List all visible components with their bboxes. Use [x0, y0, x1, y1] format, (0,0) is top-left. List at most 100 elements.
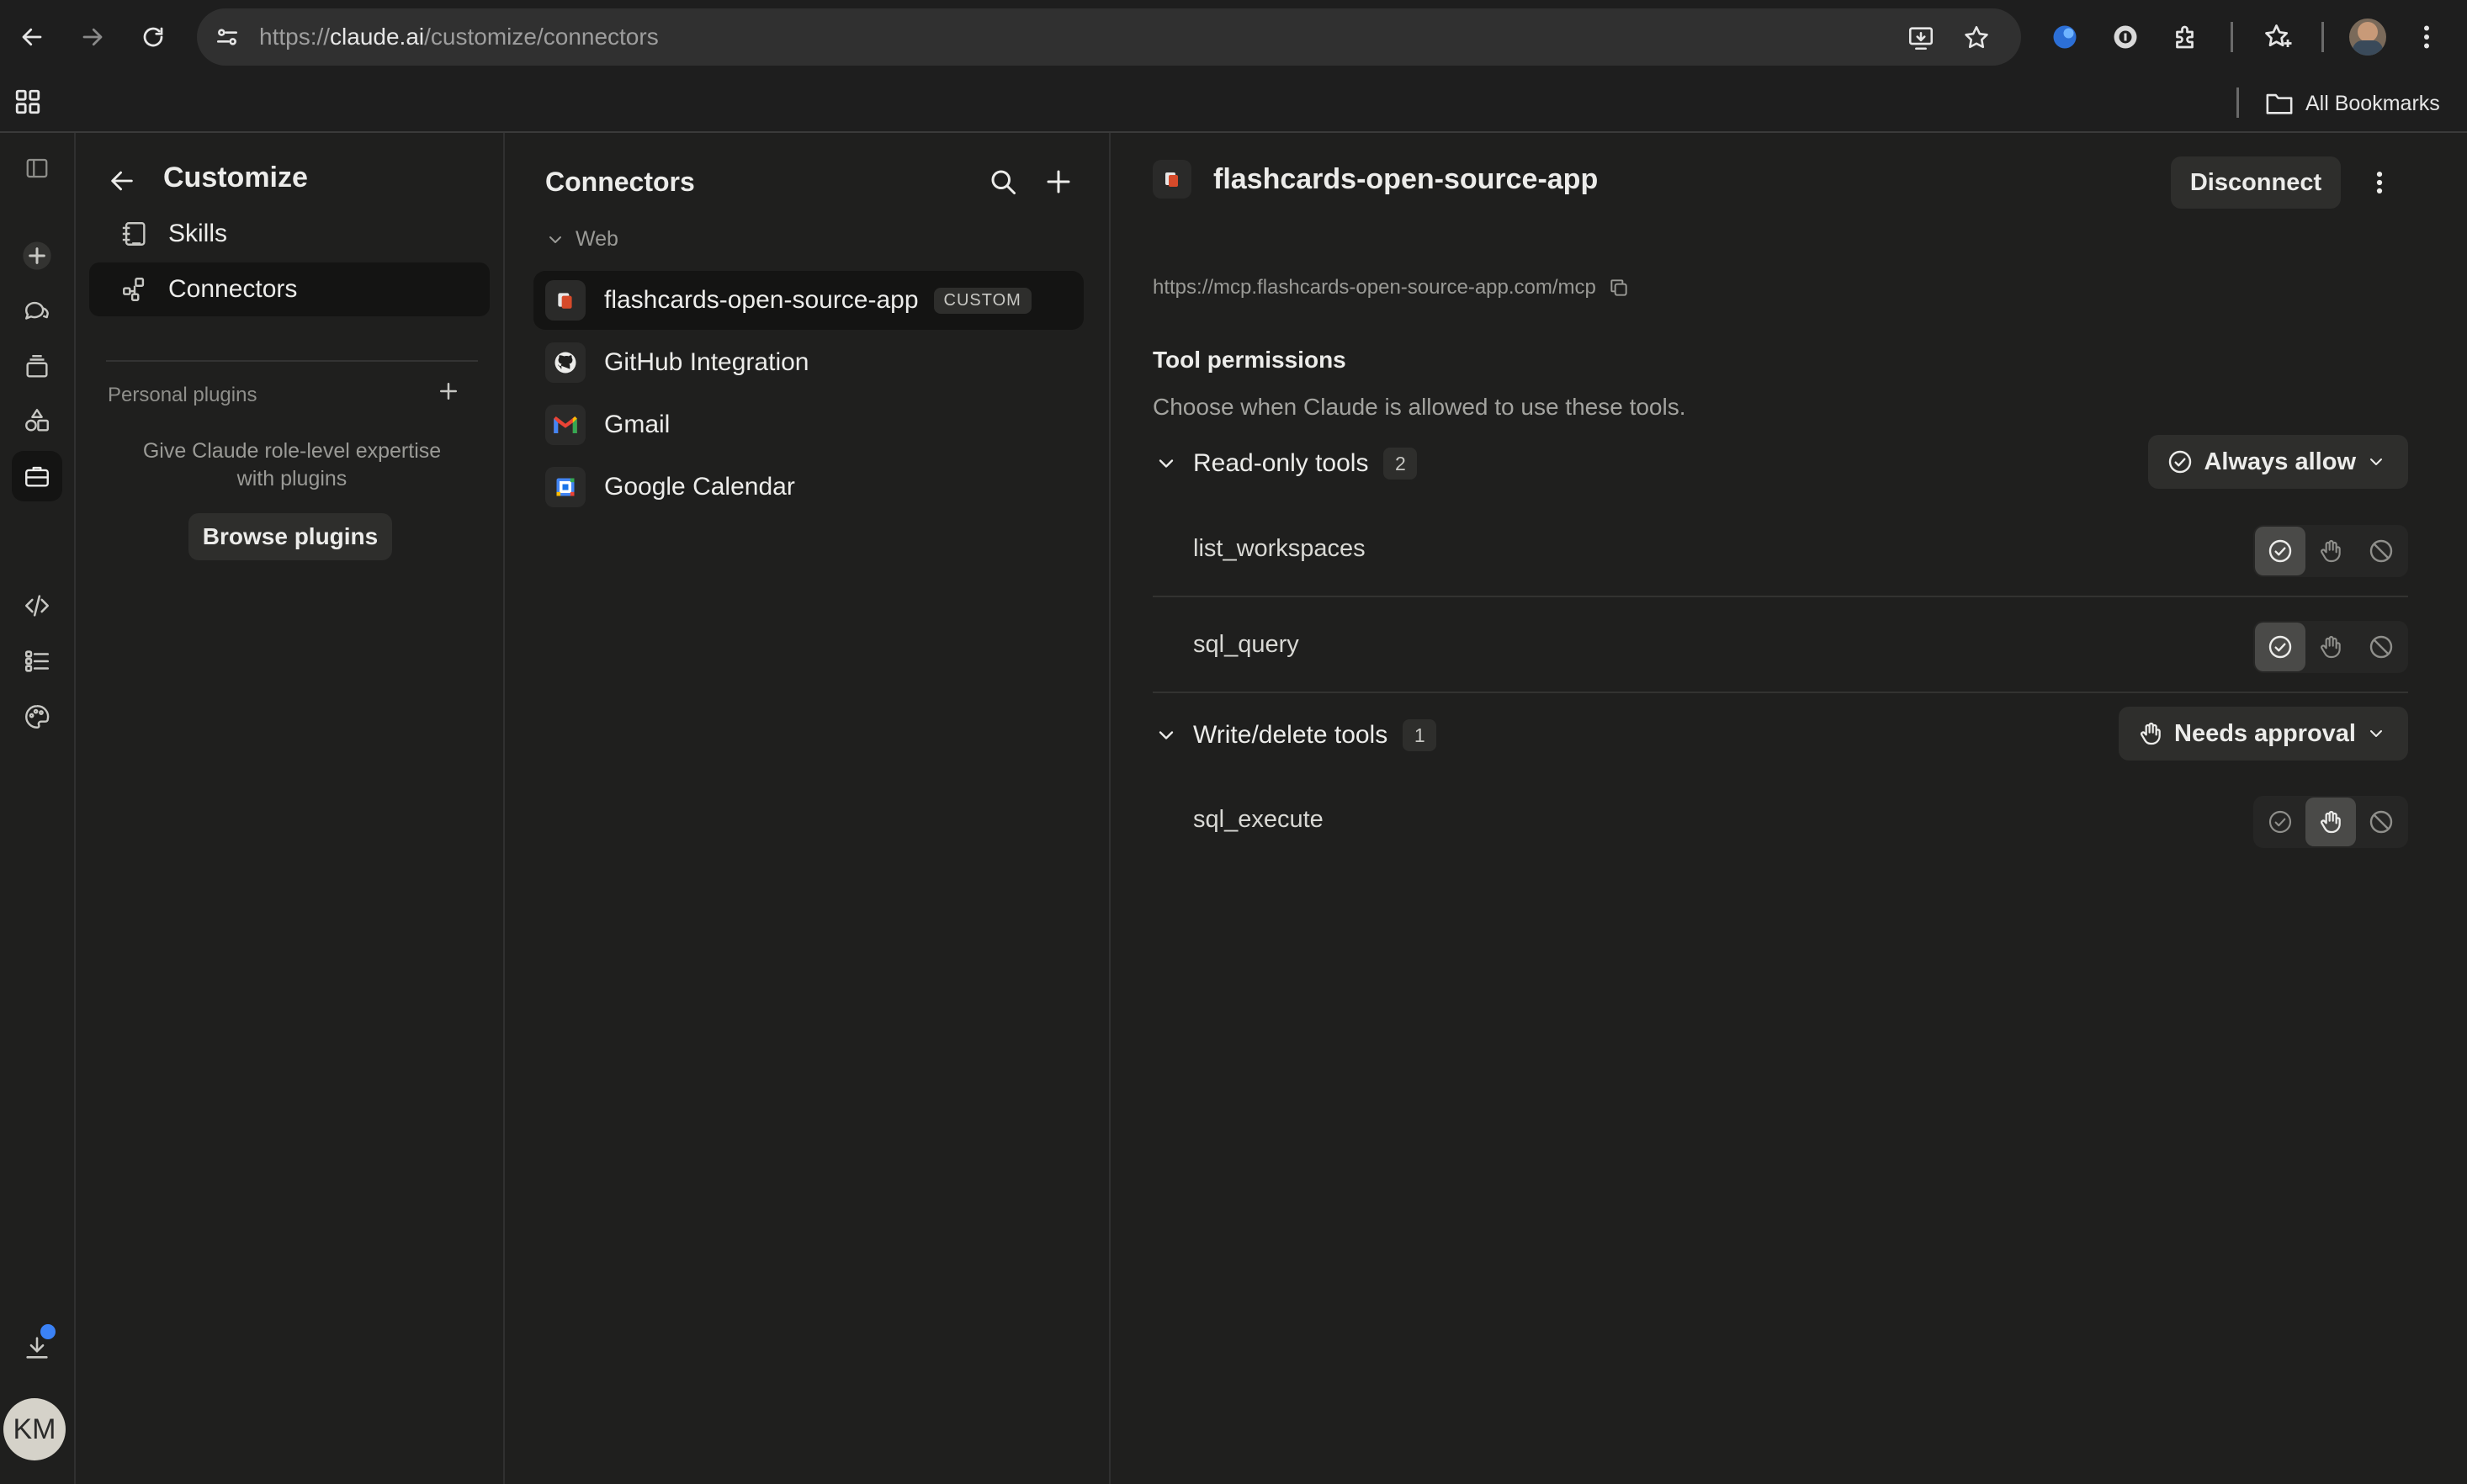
back-button[interactable]	[108, 167, 136, 195]
tasks-button[interactable]	[12, 636, 62, 686]
block-option[interactable]	[2356, 527, 2406, 575]
extension-blue-icon[interactable]	[2050, 22, 2080, 52]
site-settings-icon[interactable]	[214, 24, 241, 50]
chat-bubbles-icon	[25, 301, 49, 320]
bookmarks-bar: All Bookmarks	[0, 74, 2467, 133]
hand-icon	[2321, 810, 2341, 834]
bookmarks-separator	[2236, 87, 2239, 118]
needs-approval-option[interactable]	[2305, 527, 2356, 575]
password-manager-icon[interactable]	[2110, 22, 2141, 52]
skills-icon	[118, 217, 151, 251]
extensions-puzzle-icon[interactable]	[2171, 22, 2201, 52]
reload-button[interactable]	[133, 17, 173, 57]
connector-item-github[interactable]: GitHub Integration	[533, 333, 1084, 392]
connector-url: https://mcp.flashcards-open-source-app.c…	[1153, 276, 1630, 299]
copy-icon	[1610, 279, 1627, 296]
browse-plugins-button[interactable]: Browse plugins	[188, 513, 392, 560]
tool-count-badge: 2	[1383, 448, 1418, 480]
block-icon	[2369, 635, 2393, 659]
browser-menu-icon[interactable]	[2417, 22, 2437, 52]
group-label: Web	[576, 227, 618, 251]
arrow-right-icon	[82, 28, 103, 46]
connector-item-google-calendar[interactable]: Google Calendar	[533, 458, 1084, 517]
arrow-left-icon	[22, 28, 42, 46]
needs-approval-option[interactable]	[2305, 623, 2356, 671]
row-divider	[1153, 692, 2408, 693]
all-bookmarks-button[interactable]: All Bookmarks	[2265, 86, 2440, 121]
projects-button[interactable]	[12, 342, 62, 392]
nav-item-connectors[interactable]: Connectors	[89, 262, 490, 316]
connectors-panel: Connectors Web flashcards-open-source-ap…	[507, 133, 1111, 1484]
checklist-icon	[24, 650, 50, 672]
bookmark-star-icon[interactable]	[1962, 24, 1991, 52]
block-option[interactable]	[2356, 798, 2406, 846]
browser-toolbar: https://claude.ai/customize/connectors	[0, 0, 2467, 74]
disconnect-button[interactable]: Disconnect	[2171, 156, 2341, 209]
customize-button[interactable]	[12, 451, 62, 501]
forward-button[interactable]	[72, 17, 113, 57]
toolbar-separator	[2231, 22, 2233, 52]
chevron-down-icon	[1159, 459, 1174, 468]
plus-circle-icon	[23, 241, 51, 270]
block-option[interactable]	[2356, 623, 2406, 671]
check-circle-icon	[2268, 810, 2292, 834]
notification-dot	[40, 1324, 56, 1339]
url-scheme: https://	[259, 24, 331, 50]
chats-button[interactable]	[12, 286, 62, 337]
toggle-sidebar-button[interactable]	[12, 143, 62, 193]
sidebar-icon	[26, 158, 48, 178]
tool-group-write-delete[interactable]: Write/delete tools 1 Needs approval	[1153, 707, 2408, 761]
url-host: claude.ai	[330, 24, 425, 50]
add-plugin-button[interactable]	[436, 379, 461, 404]
shapes-icon	[25, 409, 49, 432]
connector-title: flashcards-open-source-app	[1213, 163, 1599, 195]
url-path: /customize/connectors	[424, 24, 659, 50]
permission-dropdown[interactable]: Always allow	[2148, 435, 2408, 489]
code-button[interactable]	[12, 580, 62, 631]
customize-panel: Customize Skills Connectors Personal plu…	[77, 133, 505, 1484]
more-options-button[interactable]	[2361, 163, 2398, 202]
always-allow-option[interactable]	[2255, 798, 2305, 846]
address-bar[interactable]: https://claude.ai/customize/connectors	[197, 8, 2021, 66]
install-app-icon[interactable]	[1907, 24, 1935, 52]
connectors-title: Connectors	[545, 167, 695, 197]
apps-grid-icon[interactable]	[13, 87, 42, 116]
needs-approval-option[interactable]	[2305, 798, 2356, 846]
check-circle-icon	[2268, 635, 2292, 659]
user-avatar[interactable]: KM	[3, 1398, 66, 1460]
artifacts-button[interactable]	[12, 395, 62, 446]
search-button[interactable]	[988, 167, 1018, 197]
nav-item-label: Connectors	[168, 275, 298, 303]
row-divider	[1153, 596, 2408, 597]
permission-dropdown-label: Needs approval	[2174, 719, 2356, 747]
connector-item-gmail[interactable]: Gmail	[533, 395, 1084, 454]
url-text: https://claude.ai/customize/connectors	[259, 24, 659, 50]
toolbar-separator	[2321, 22, 2324, 52]
always-allow-option[interactable]	[2255, 527, 2305, 575]
back-button[interactable]	[12, 17, 52, 57]
personal-plugins-description: Give Claude role-level expertise with pl…	[142, 439, 442, 490]
tool-permissions-description: Choose when Claude is allowed to use the…	[1153, 394, 1686, 420]
appearance-button[interactable]	[12, 692, 62, 742]
hand-icon	[2141, 722, 2161, 745]
tool-group-read-only[interactable]: Read-only tools 2 Always allow	[1153, 435, 2408, 489]
add-connector-button[interactable]	[1043, 167, 1074, 197]
profile-avatar[interactable]	[2349, 19, 2386, 56]
connectors-icon	[118, 273, 151, 306]
copy-url-button[interactable]	[1608, 277, 1630, 299]
permission-dropdown[interactable]: Needs approval	[2119, 707, 2408, 761]
profile-face	[2358, 22, 2378, 42]
more-vertical-icon	[2376, 171, 2383, 194]
left-rail: KM	[0, 133, 76, 1484]
flashcards-app-icon	[545, 280, 586, 321]
personal-plugins-label: Personal plugins	[108, 384, 257, 406]
permission-toggle	[2253, 796, 2408, 848]
nav-item-skills[interactable]: Skills	[89, 207, 490, 261]
palette-icon	[25, 705, 50, 729]
connector-item-flashcards[interactable]: flashcards-open-source-app CUSTOM	[533, 271, 1084, 330]
group-toggle-web[interactable]: Web	[545, 227, 618, 252]
nav-item-label: Skills	[168, 220, 228, 247]
always-allow-option[interactable]	[2255, 623, 2305, 671]
bookmarks-star-icon[interactable]	[2262, 22, 2294, 52]
new-chat-button[interactable]	[12, 231, 62, 281]
